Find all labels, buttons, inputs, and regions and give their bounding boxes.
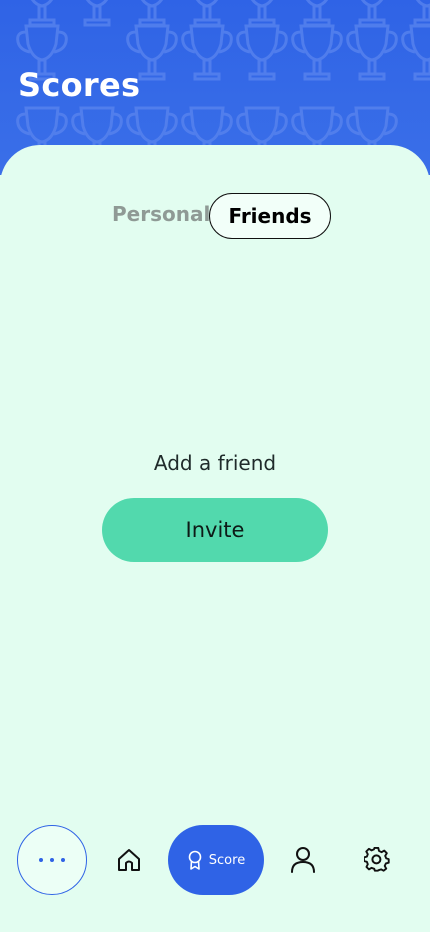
page-title: Scores bbox=[18, 66, 141, 104]
nav-settings-button[interactable] bbox=[359, 842, 395, 878]
tab-friends[interactable]: Friends bbox=[209, 193, 331, 239]
nav-score-button[interactable]: Score bbox=[168, 825, 264, 895]
more-button[interactable] bbox=[17, 825, 87, 895]
nav-profile-button[interactable] bbox=[285, 842, 321, 878]
gear-icon bbox=[364, 847, 390, 872]
home-icon bbox=[118, 849, 140, 871]
more-dots-icon bbox=[39, 858, 65, 862]
award-icon bbox=[188, 850, 202, 870]
tab-personal[interactable]: Personal bbox=[112, 202, 210, 226]
invite-button[interactable]: Invite bbox=[102, 498, 328, 562]
nav-home-button[interactable] bbox=[111, 842, 147, 878]
user-icon bbox=[291, 847, 315, 873]
nav-score-label: Score bbox=[208, 852, 246, 868]
empty-state-message: Add a friend bbox=[153, 451, 277, 475]
